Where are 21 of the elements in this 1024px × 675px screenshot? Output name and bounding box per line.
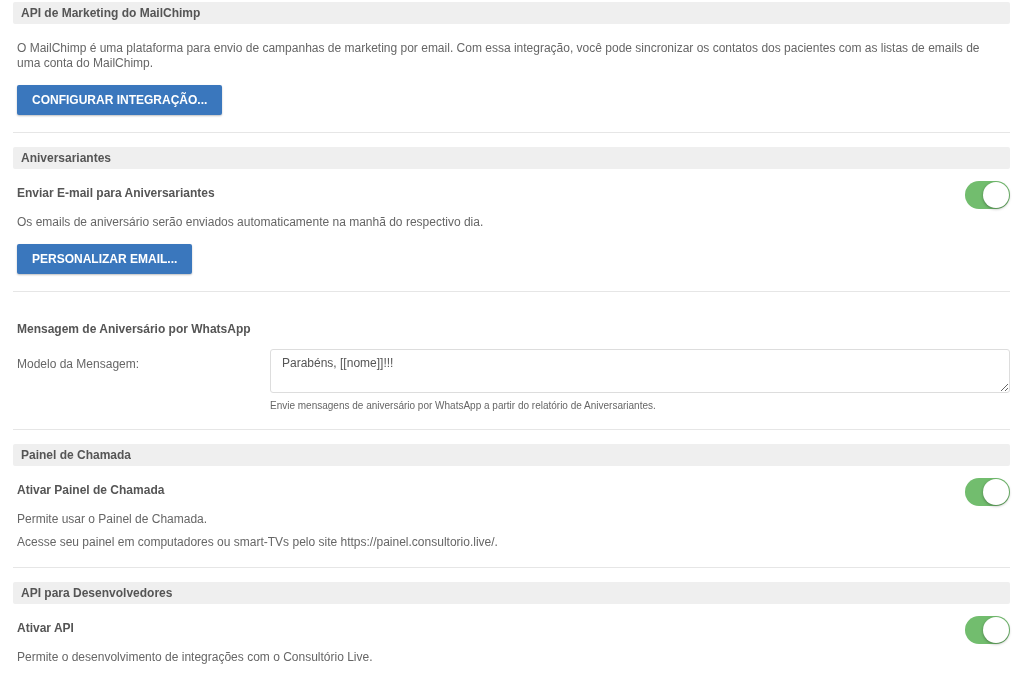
field-hint: Envie mensagens de aniversário por WhatsApp a partir do relatório de Aniversariantes.: [270, 399, 657, 412]
setting-label: Enviar E-mail para Aniversariantes: [17, 186, 215, 201]
description-text: Acesse seu painel em computadores ou smart-TVs pelo site https://painel.consultorio.live/.: [16, 535, 499, 550]
subsection-title: Mensagem de Aniversário por WhatsApp: [16, 322, 252, 337]
action-button[interactable]: PERSONALIZAR EMAIL...: [17, 244, 193, 274]
field-label: Modelo da Mensagem:: [16, 357, 141, 372]
description-text: Permite usar o Painel de Chamada.: [16, 512, 209, 527]
section-header: API de Marketing do MailChimp: [13, 2, 1010, 24]
setting-label: Ativar Painel de Chamada: [17, 483, 165, 498]
section-header: Painel de Chamada: [13, 444, 1010, 466]
message-template-field[interactable]: Parabéns, [[nome]]!!!: [270, 349, 1010, 393]
section-header: API para Desenvolvedores: [13, 582, 1010, 604]
description-text: Os emails de aniversário serão enviados automaticamente na manhã do respectivo dia.: [16, 215, 485, 230]
toggle-switch[interactable]: [965, 478, 1010, 506]
action-button[interactable]: CONFIGURAR INTEGRAÇÃO...: [17, 85, 223, 115]
setting-label: Ativar API: [17, 621, 74, 636]
description-text: Permite o desenvolvimento de integrações com o Consultório Live.: [16, 650, 374, 665]
section-header: Aniversariantes: [13, 147, 1010, 169]
toggle-switch[interactable]: [965, 181, 1010, 209]
description-text: O MailChimp é uma plataforma para envio de campanhas de marketing por email. Com essa integração, você pode sincronizar os contatos dos pacientes com as listas de emails de uma conta do MailChimp.: [16, 41, 981, 71]
toggle-switch[interactable]: [965, 616, 1010, 644]
